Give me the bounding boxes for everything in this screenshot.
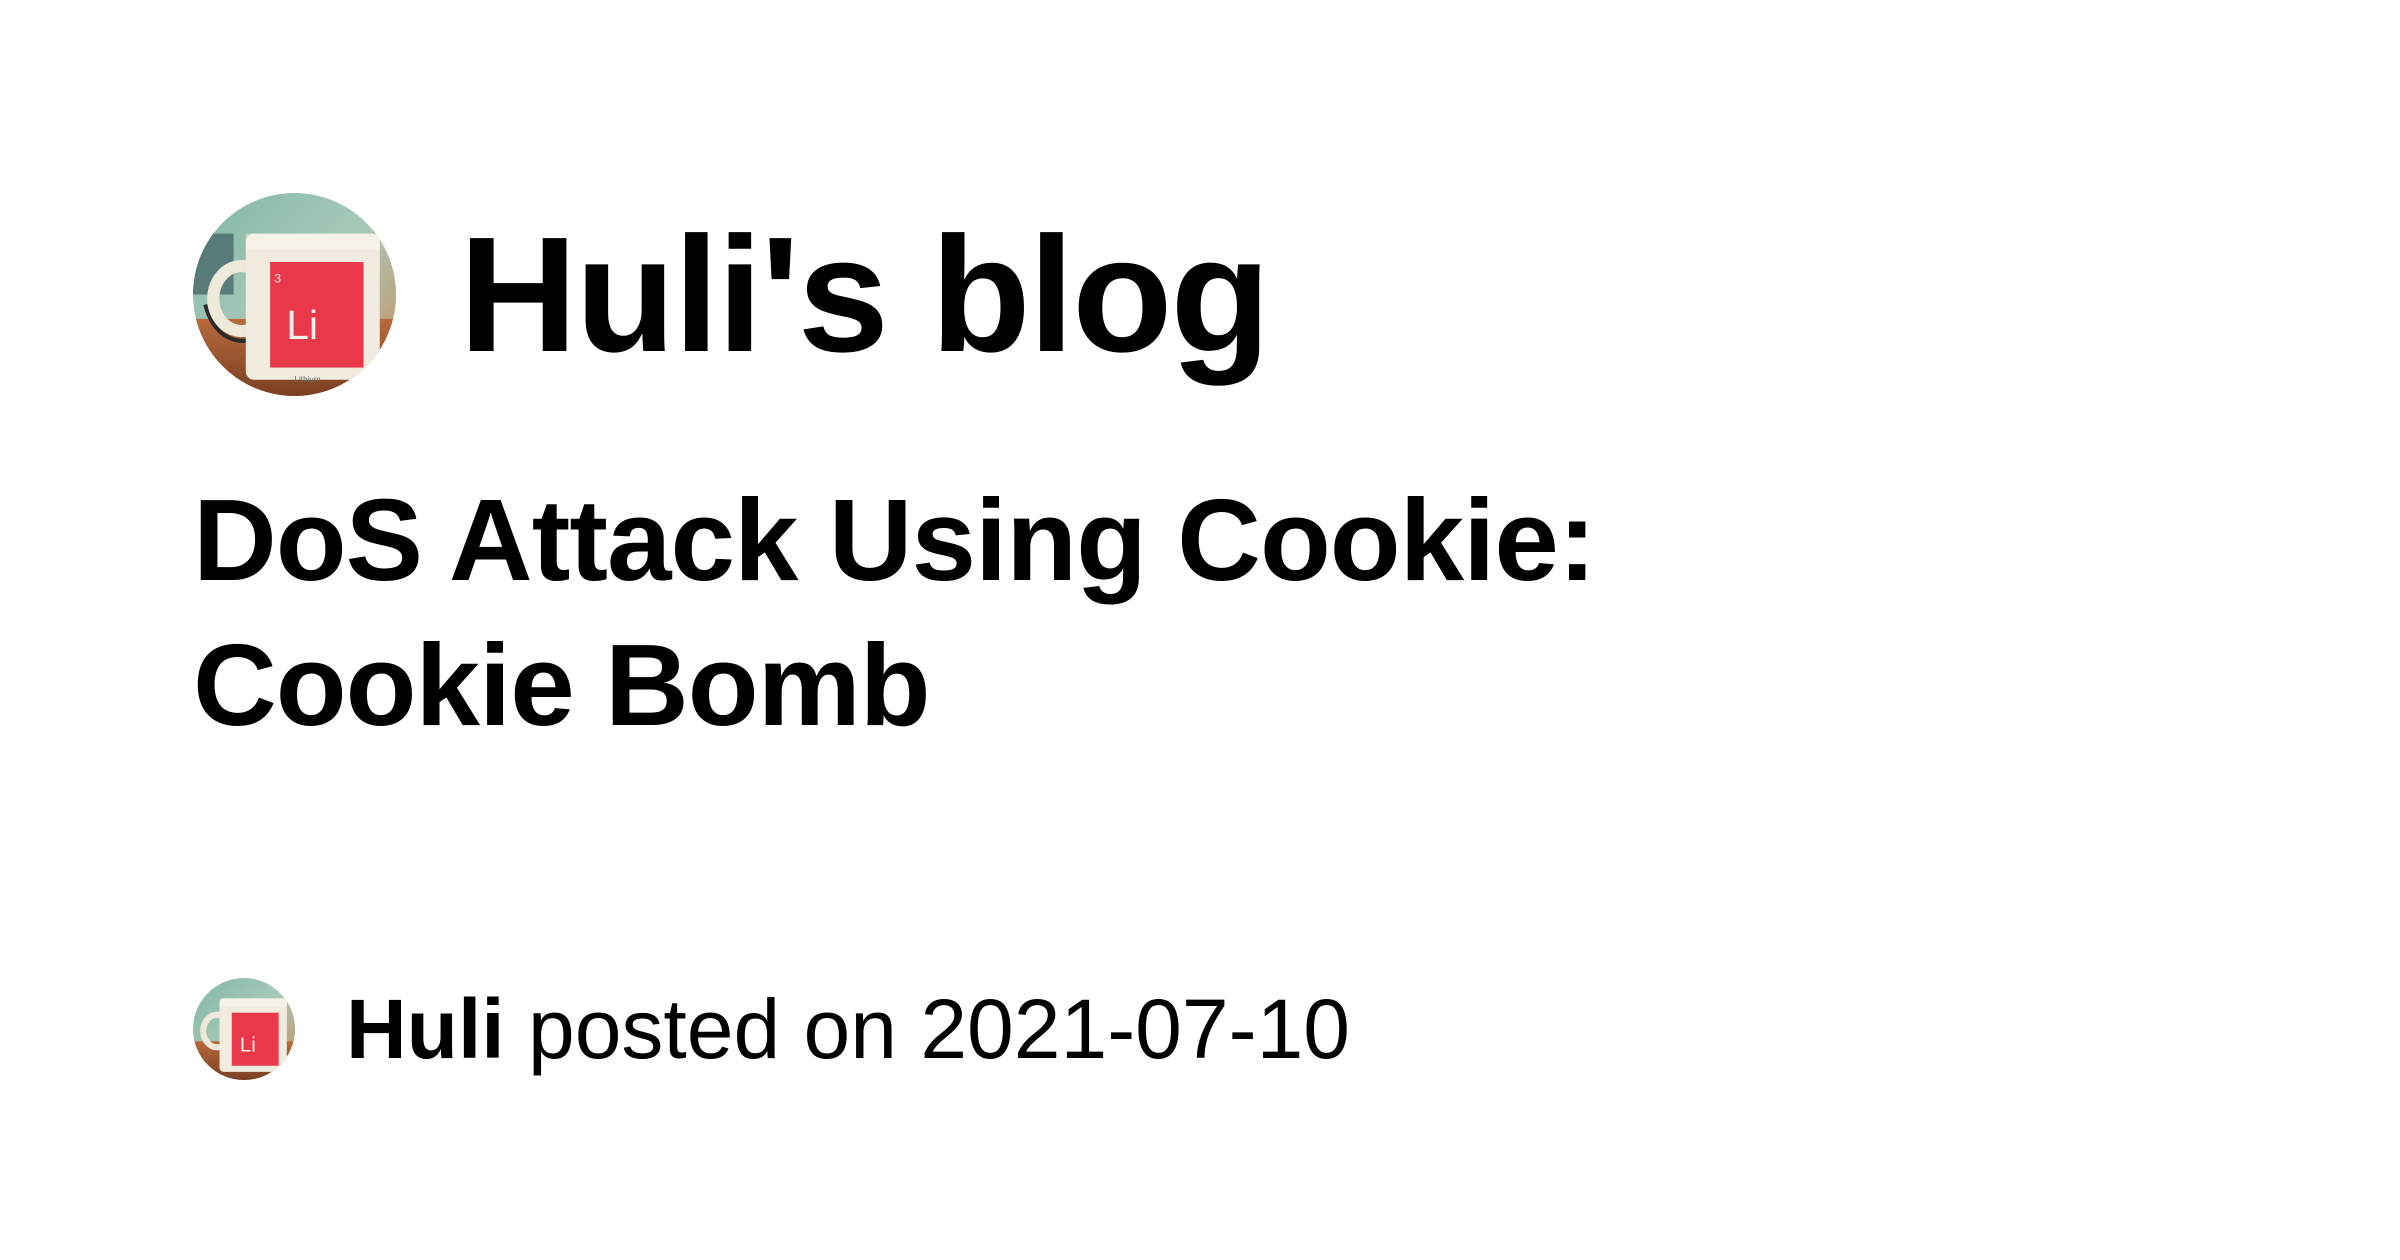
post-title-line-2: Cookie Bomb xyxy=(193,620,931,750)
post-date: 2021-07-10 xyxy=(920,982,1351,1076)
svg-text:Li: Li xyxy=(240,1034,256,1056)
mug-label: Li xyxy=(286,302,318,348)
svg-text:3: 3 xyxy=(274,271,281,285)
post-title: DoS Attack Using Cookie: Cookie Bomb xyxy=(193,468,2093,758)
og-image-card: 3 Li Lithium Huli's blog DoS Attack Usin… xyxy=(0,0,2400,1260)
post-title-line-1: DoS Attack Using Cookie: xyxy=(193,475,1597,605)
blog-title[interactable]: Huli's blog xyxy=(459,212,1271,377)
post-meta: Li Huli posted on 2021-07-10 xyxy=(193,978,1350,1080)
blog-header: 3 Li Lithium Huli's blog xyxy=(193,193,1271,396)
posted-on-label: posted on xyxy=(528,982,897,1076)
post-meta-text: Huli posted on 2021-07-10 xyxy=(346,987,1350,1071)
svg-text:Lithium: Lithium xyxy=(295,375,321,384)
author-name[interactable]: Huli xyxy=(346,982,505,1076)
author-avatar-icon: Li xyxy=(193,978,295,1080)
blog-avatar-icon: 3 Li Lithium xyxy=(193,193,396,396)
